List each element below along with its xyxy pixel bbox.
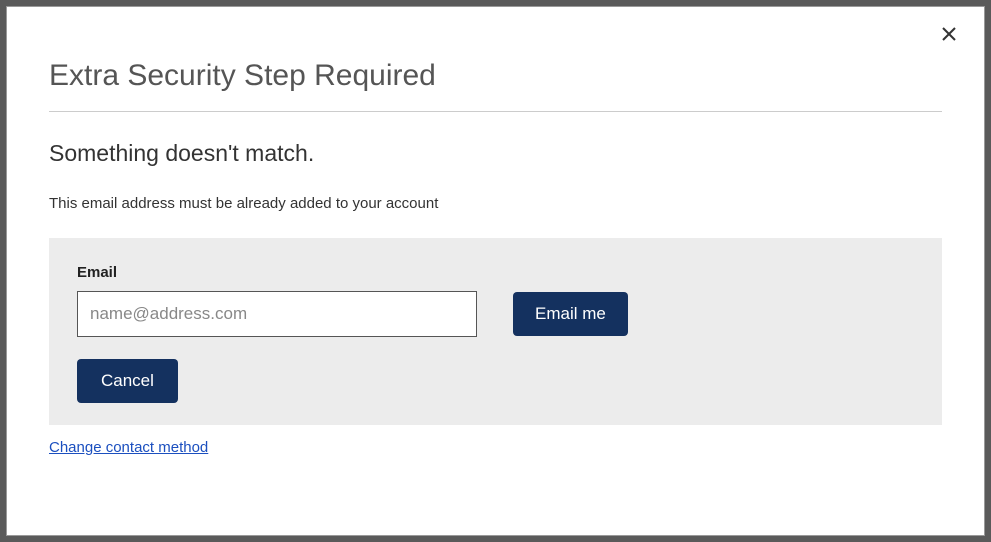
change-contact-link[interactable]: Change contact method	[49, 439, 208, 456]
modal-title: Extra Security Step Required	[49, 59, 942, 93]
email-label: Email	[77, 264, 914, 281]
input-row: Email me	[77, 291, 914, 337]
modal-backdrop: Extra Security Step Required Something d…	[0, 0, 991, 542]
close-icon	[941, 26, 957, 42]
security-modal: Extra Security Step Required Something d…	[6, 6, 985, 536]
email-field[interactable]	[77, 291, 477, 337]
modal-subtitle: Something doesn't match.	[49, 140, 942, 167]
close-button[interactable]	[936, 21, 962, 47]
email-me-button[interactable]: Email me	[513, 292, 628, 336]
form-panel: Email Email me Cancel	[49, 238, 942, 425]
cancel-button[interactable]: Cancel	[77, 359, 178, 403]
instruction-text: This email address must be already added…	[49, 195, 942, 212]
divider	[49, 111, 942, 112]
